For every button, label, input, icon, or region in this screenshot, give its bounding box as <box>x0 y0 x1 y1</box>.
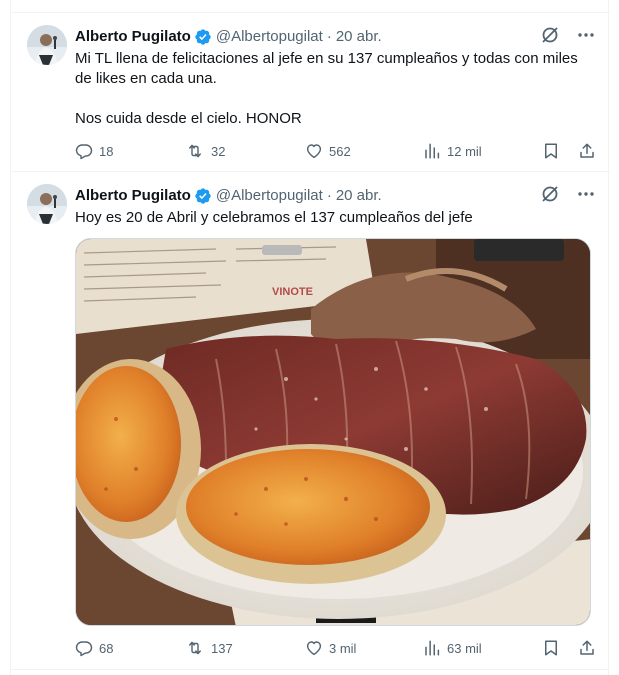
heart-icon <box>306 641 322 656</box>
reply-count: 18 <box>99 143 114 159</box>
share-icon[interactable] <box>578 142 596 160</box>
avatar[interactable] <box>27 25 67 65</box>
reply-button[interactable]: 68 <box>75 639 185 657</box>
reply-icon <box>75 144 93 160</box>
bookmark-icon[interactable] <box>542 142 560 160</box>
tweet-text: Hoy es 20 de Abril y celebramos el 137 c… <box>75 208 596 228</box>
like-count: 3 mil <box>329 640 357 656</box>
tweet-top-actions <box>540 184 596 204</box>
verified-badge-icon <box>195 29 211 45</box>
separator-dot: · <box>326 187 332 204</box>
tweet-text-line: Nos cuida desde el cielo. HONOR <box>75 110 302 127</box>
reply-count: 68 <box>99 640 114 656</box>
author-handle[interactable]: @Albertopugilat <box>216 186 323 206</box>
retweet-button[interactable]: 32 <box>185 142 305 160</box>
like-button[interactable]: 562 <box>305 142 423 160</box>
tweet-text-line: Hoy es 20 de Abril y celebramos el 137 c… <box>75 209 473 226</box>
retweet-icon <box>189 144 201 158</box>
retweet-count: 137 <box>211 640 233 656</box>
tweet-date[interactable]: 20 abr. <box>336 186 382 206</box>
like-count: 562 <box>329 143 351 159</box>
like-button[interactable]: 3 mil <box>305 639 423 657</box>
retweet-button[interactable]: 137 <box>185 639 305 657</box>
steak-photo: VINOTE <box>76 239 590 625</box>
bookmark-icon[interactable] <box>542 639 560 657</box>
grok-icon[interactable] <box>540 184 560 204</box>
author-name[interactable]: Alberto Pugilato <box>75 186 191 206</box>
tweet-actions: 18 32 562 12 mil <box>75 141 596 161</box>
verified-badge-icon <box>195 188 211 204</box>
tweet-end-actions <box>542 639 596 657</box>
views-button[interactable]: 63 mil <box>423 639 537 657</box>
tweet-actions: 68 137 3 mil 63 mil <box>75 638 596 658</box>
separator-dot: · <box>326 28 332 45</box>
plate-brand-text: VINOTE <box>272 286 313 298</box>
share-icon[interactable] <box>578 639 596 657</box>
tweet-header: Alberto Pugilato @Albertopugilat · 20 ab… <box>75 186 382 206</box>
views-icon <box>425 640 440 656</box>
avatar-icon <box>27 184 67 224</box>
author-name[interactable]: Alberto Pugilato <box>75 27 191 47</box>
tweet-2[interactable]: Alberto Pugilato @Albertopugilat · 20 ab… <box>11 172 610 670</box>
retweet-count: 32 <box>211 143 226 159</box>
timeline-feed: Alberto Pugilato @Albertopugilat · 20 ab… <box>10 0 610 675</box>
tweet-media-photo[interactable]: VINOTE <box>75 238 591 626</box>
views-icon <box>425 143 440 159</box>
avatar[interactable] <box>27 184 67 224</box>
more-icon[interactable] <box>576 184 596 204</box>
heart-icon <box>306 144 322 159</box>
tweet-1[interactable]: Alberto Pugilato @Albertopugilat · 20 ab… <box>11 12 610 172</box>
avatar-icon <box>27 25 67 65</box>
grok-icon[interactable] <box>540 25 560 45</box>
tweet-text-line: Mi TL llena de felicitaciones al jefe en… <box>75 50 578 87</box>
retweet-icon <box>189 641 201 655</box>
views-button[interactable]: 12 mil <box>423 142 537 160</box>
tweet-top-actions <box>540 25 596 45</box>
author-handle[interactable]: @Albertopugilat <box>216 27 323 47</box>
reply-button[interactable]: 18 <box>75 142 185 160</box>
tweet-text: Mi TL llena de felicitaciones al jefe en… <box>75 49 596 129</box>
tweet-header: Alberto Pugilato @Albertopugilat · 20 ab… <box>75 27 382 47</box>
more-icon[interactable] <box>576 25 596 45</box>
view-count: 12 mil <box>447 143 482 159</box>
tweet-date[interactable]: 20 abr. <box>336 27 382 47</box>
view-count: 63 mil <box>447 640 482 656</box>
reply-icon <box>75 641 93 657</box>
tweet-end-actions <box>542 142 596 160</box>
